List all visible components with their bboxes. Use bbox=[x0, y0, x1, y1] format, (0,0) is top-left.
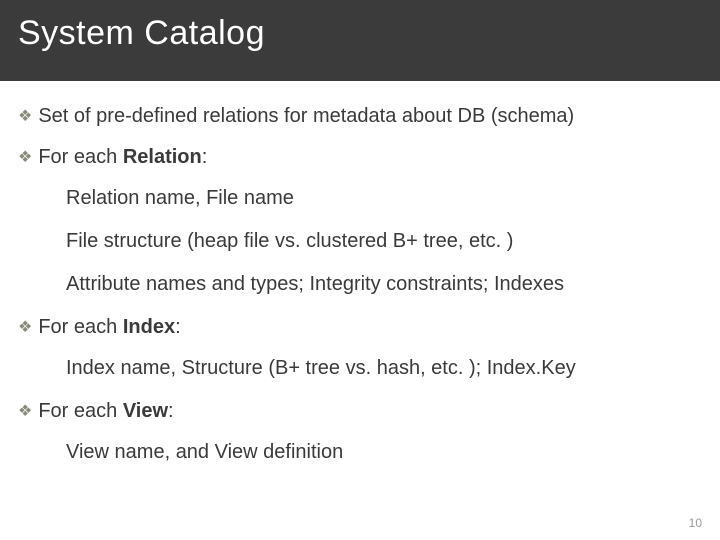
bullet-text: For each Index: bbox=[38, 314, 702, 341]
bullet-bold: Relation bbox=[123, 146, 202, 168]
bullet-suffix: : bbox=[202, 146, 208, 168]
bullet-bold: Index bbox=[123, 316, 175, 338]
diamond-bullet-icon: ❖ bbox=[18, 106, 32, 128]
bullet-bold: View bbox=[123, 400, 168, 422]
sub-bullet-text: File structure (heap file vs. clustered … bbox=[66, 228, 702, 255]
diamond-bullet-icon: ❖ bbox=[18, 317, 32, 339]
slide-content: ❖ Set of pre-defined relations for metad… bbox=[0, 81, 720, 466]
bullet-prefix: For each bbox=[38, 146, 122, 168]
bullet-item: ❖ For each Relation: bbox=[18, 144, 702, 171]
bullet-suffix: : bbox=[168, 400, 174, 422]
bullet-item: ❖ For each View: bbox=[18, 398, 702, 425]
sub-bullet-text: View name, and View definition bbox=[66, 439, 702, 466]
bullet-item: ❖ Set of pre-defined relations for metad… bbox=[18, 103, 702, 130]
slide-header: System Catalog bbox=[0, 0, 720, 81]
bullet-text: Set of pre-defined relations for metadat… bbox=[38, 103, 702, 130]
bullet-suffix: : bbox=[175, 316, 181, 338]
bullet-prefix: For each bbox=[38, 316, 122, 338]
sub-bullet-text: Attribute names and types; Integrity con… bbox=[66, 271, 702, 298]
sub-bullet-text: Relation name, File name bbox=[66, 185, 702, 212]
bullet-text: For each View: bbox=[38, 398, 702, 425]
bullet-prefix: For each bbox=[38, 400, 122, 422]
page-number: 10 bbox=[689, 516, 702, 530]
sub-bullet-text: Index name, Structure (B+ tree vs. hash,… bbox=[66, 355, 702, 382]
bullet-text: For each Relation: bbox=[38, 144, 702, 171]
diamond-bullet-icon: ❖ bbox=[18, 147, 32, 169]
bullet-item: ❖ For each Index: bbox=[18, 314, 702, 341]
slide-title: System Catalog bbox=[18, 14, 702, 53]
diamond-bullet-icon: ❖ bbox=[18, 401, 32, 423]
